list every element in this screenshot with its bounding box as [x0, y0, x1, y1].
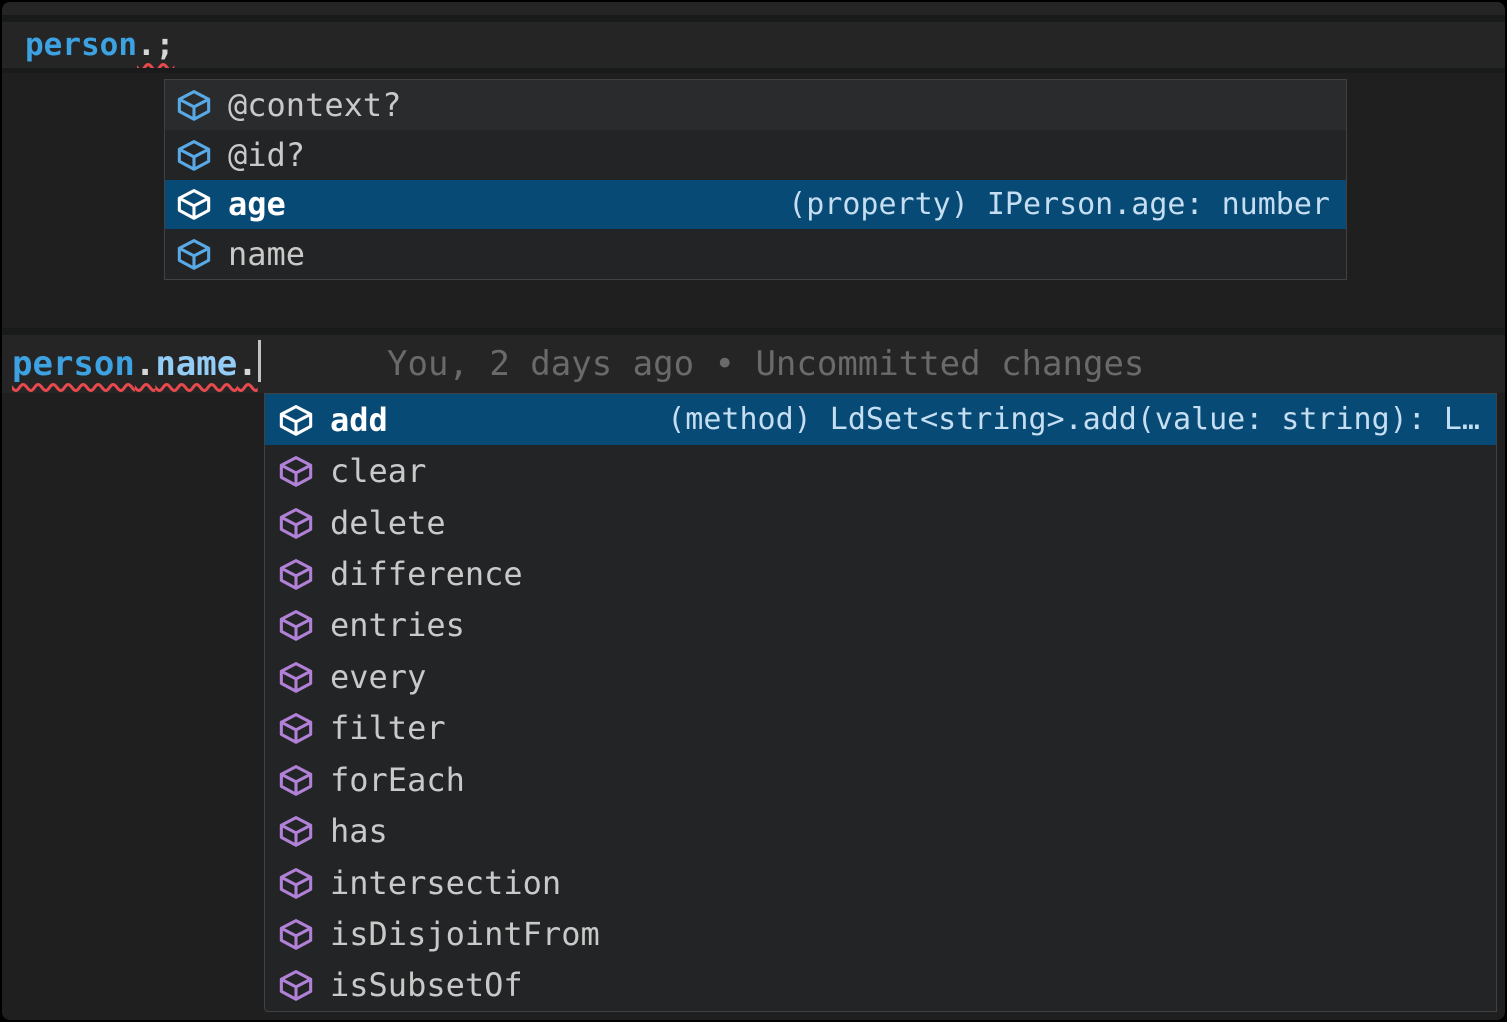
symbol-method-icon: [279, 403, 313, 437]
symbol-method-icon: [279, 763, 313, 797]
code-token-dot: .: [237, 344, 257, 384]
suggestion-label: age: [228, 185, 286, 223]
suggestion-item-issubsetof[interactable]: isSubsetOf: [265, 960, 1496, 1011]
suggestion-item-delete[interactable]: delete: [265, 497, 1496, 548]
suggestion-label: @id?: [228, 136, 305, 174]
code-token-error-punctuation: .;: [137, 27, 174, 63]
suggestion-item-age-selected[interactable]: age (property) IPerson.age: number: [165, 180, 1346, 230]
symbol-method-icon: [279, 968, 313, 1002]
symbol-field-icon: [177, 237, 211, 271]
symbol-method-icon: [279, 454, 313, 488]
suggestion-label: add: [330, 401, 388, 439]
intellisense-suggest-widget-properties: @context? @id? age (property) IPerson.ag…: [164, 79, 1347, 280]
line-separator: [2, 15, 1505, 22]
code-editor: person.; @context? @id? age (property) I…: [0, 0, 1507, 1022]
symbol-method-icon: [279, 660, 313, 694]
suggestion-item-context[interactable]: @context?: [165, 80, 1346, 130]
git-blame-annotation: You, 2 days ago • Uncommitted changes: [387, 335, 1144, 393]
suggestion-item-clear[interactable]: clear: [265, 445, 1496, 496]
suggestion-detail: (property) IPerson.age: number: [768, 187, 1330, 222]
code-token-property: name: [155, 344, 237, 384]
suggestion-item-intersection[interactable]: intersection: [265, 857, 1496, 908]
suggestion-item-name[interactable]: name: [165, 229, 1346, 279]
suggestion-label: has: [330, 812, 388, 850]
symbol-method-icon: [279, 917, 313, 951]
suggestion-item-add-selected[interactable]: add (method) LdSet<string>.add(value: st…: [265, 394, 1496, 445]
intellisense-suggest-widget-methods: add (method) LdSet<string>.add(value: st…: [264, 393, 1497, 1012]
line-separator: [2, 68, 1505, 73]
suggestion-label: every: [330, 658, 426, 696]
suggestion-item-foreach[interactable]: forEach: [265, 754, 1496, 805]
symbol-field-icon: [177, 187, 211, 221]
suggestion-item-difference[interactable]: difference: [265, 548, 1496, 599]
code-token-variable: person: [25, 27, 137, 63]
suggestion-label: delete: [330, 504, 446, 542]
suggestion-item-filter[interactable]: filter: [265, 703, 1496, 754]
symbol-field-icon: [177, 138, 211, 172]
code-line-person-semicolon[interactable]: person.;: [2, 22, 1505, 68]
code-token-variable: person: [12, 344, 135, 384]
symbol-method-icon: [279, 711, 313, 745]
suggestion-label: difference: [330, 555, 523, 593]
suggestion-label: @context?: [228, 86, 401, 124]
suggestion-item-has[interactable]: has: [265, 805, 1496, 856]
suggestion-label: isDisjointFrom: [330, 915, 600, 953]
symbol-method-icon: [279, 608, 313, 642]
suggestion-item-id[interactable]: @id?: [165, 130, 1346, 180]
suggestion-detail: (method) LdSet<string>.add(value: string…: [647, 402, 1480, 437]
suggestion-item-isdisjointfrom[interactable]: isDisjointFrom: [265, 908, 1496, 959]
suggestion-label: filter: [330, 709, 446, 747]
suggestion-label: entries: [330, 606, 465, 644]
editor-top-partial-line: [2, 2, 1505, 15]
line-separator: [2, 328, 1505, 335]
code-token-dot: .: [135, 344, 155, 384]
suggestion-label: clear: [330, 452, 426, 490]
suggestion-label: forEach: [330, 761, 465, 799]
symbol-method-icon: [279, 506, 313, 540]
suggestion-label: name: [228, 235, 305, 273]
suggestion-item-entries[interactable]: entries: [265, 600, 1496, 651]
suggestion-item-every[interactable]: every: [265, 651, 1496, 702]
symbol-method-icon: [279, 814, 313, 848]
suggestion-label: isSubsetOf: [330, 966, 523, 1004]
code-line-person-name[interactable]: person.name. You, 2 days ago • Uncommitte…: [2, 335, 1505, 393]
text-cursor: [258, 340, 261, 382]
symbol-method-icon: [279, 557, 313, 591]
suggestion-label: intersection: [330, 864, 561, 902]
symbol-field-icon: [177, 88, 211, 122]
symbol-method-icon: [279, 866, 313, 900]
